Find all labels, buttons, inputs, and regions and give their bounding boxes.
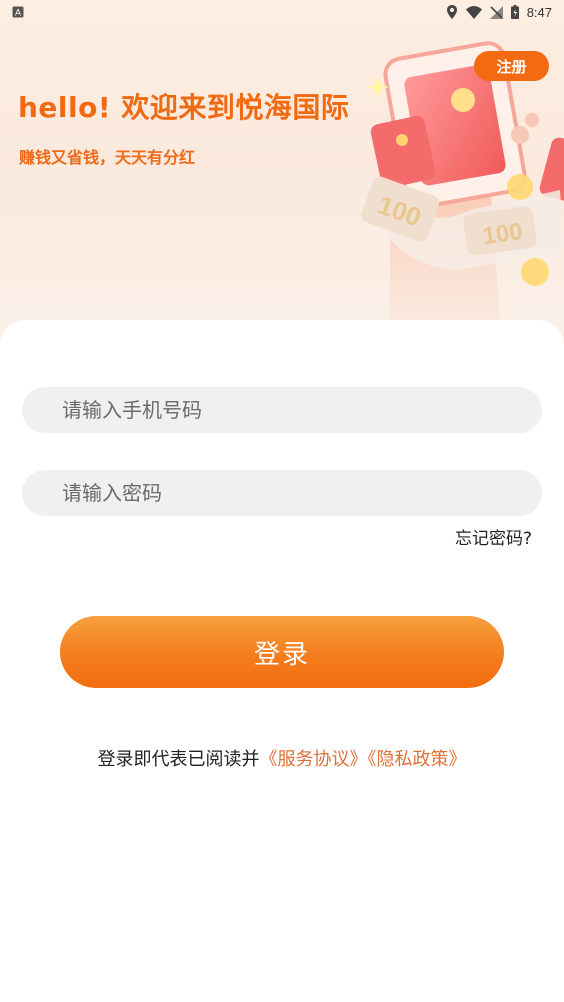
svg-text:A: A bbox=[15, 8, 21, 18]
register-button[interactable]: 注册 bbox=[474, 51, 549, 81]
red-envelope-illustration: 100 100 bbox=[360, 41, 564, 320]
password-field[interactable] bbox=[22, 470, 542, 516]
login-button[interactable]: 登录 bbox=[60, 616, 504, 688]
agreement-prefix: 登录即代表已阅读并 bbox=[97, 749, 260, 770]
keyboard-indicator-icon: A bbox=[12, 6, 24, 18]
agreement-text: 登录即代表已阅读并《服务协议》《隐私政策》 bbox=[0, 745, 564, 771]
status-time: 8:47 bbox=[526, 4, 552, 20]
location-icon bbox=[446, 5, 458, 19]
service-agreement-link[interactable]: 《服务协议》 bbox=[260, 749, 368, 770]
password-input[interactable] bbox=[22, 470, 542, 516]
welcome-title: hello! 欢迎来到悦海国际 bbox=[18, 91, 350, 124]
phone-field[interactable] bbox=[22, 387, 542, 433]
wifi-icon bbox=[465, 5, 482, 19]
no-signal-icon bbox=[489, 5, 503, 19]
status-bar: A 8:47 bbox=[0, 0, 564, 24]
forgot-password-link[interactable]: 忘记密码? bbox=[455, 524, 532, 549]
welcome-subtitle: 赚钱又省钱，天天有分红 bbox=[19, 148, 196, 167]
privacy-policy-link[interactable]: 《隐私政策》 bbox=[368, 749, 467, 770]
phone-input[interactable] bbox=[22, 387, 542, 433]
battery-icon bbox=[510, 5, 519, 19]
hero-banner: A 8:47 100 100 hello! 欢迎来到悦海国际 赚钱又省钱，天天有… bbox=[0, 0, 564, 360]
coin-label-2: 100 bbox=[481, 218, 524, 250]
